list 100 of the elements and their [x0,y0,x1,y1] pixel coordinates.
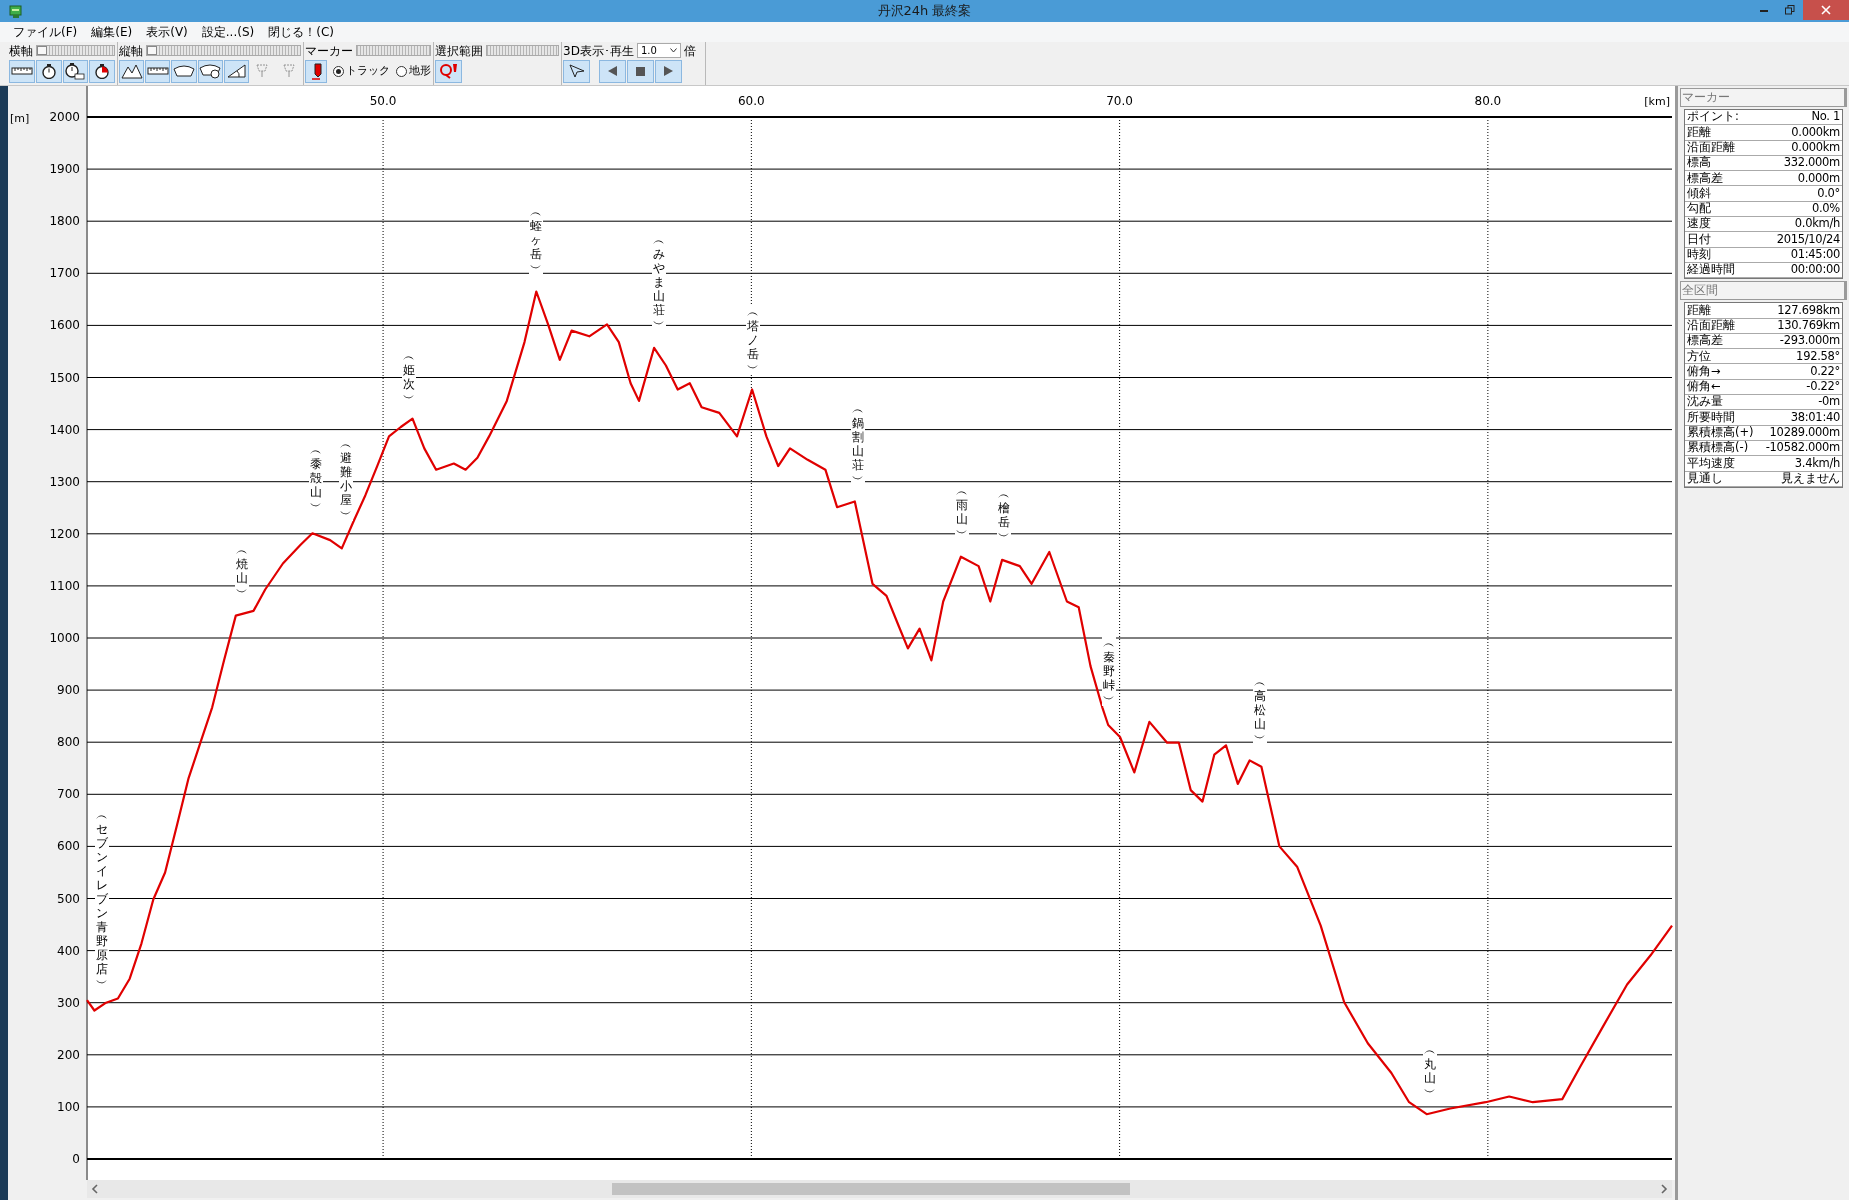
axis-tick-label: 1500 [49,370,80,385]
toolbar-button[interactable] [89,59,115,83]
row-label: 平均速度 [1687,457,1735,470]
axis-tick-label: 300 [57,995,80,1010]
row-value: 130.769km [1777,319,1840,332]
row-value: 10289.000m [1769,427,1840,439]
toolbar-label: 3D表示･再生 [563,44,634,57]
unit-label: 倍 [683,44,696,57]
mountain-icon [120,63,143,79]
row-value: 0.0km/h [1794,218,1840,230]
axis-tick-label: 400 [57,943,80,958]
pin-icon [439,63,458,79]
row-label: 距離 [1687,304,1711,317]
axis-tick-label: 100 [57,1099,80,1114]
row-label: 距離 [1687,126,1711,139]
toolbar-button[interactable] [9,59,35,83]
stopwatch-icon [65,62,86,80]
row-label: 沿面距離 [1687,319,1735,332]
row-label: 沿面距離 [1687,142,1735,154]
axis-tick-label: 1600 [49,318,80,333]
row-value: 38:01:40 [1790,411,1840,424]
slider-track[interactable] [36,45,115,56]
axis-unit-label: [m] [10,112,30,125]
row-value: 0.000km [1791,142,1840,154]
row-value: 0.0% [1811,203,1840,215]
slider-track[interactable] [356,45,431,56]
marker-icon [310,62,322,80]
menu-item[interactable]: 設定...(S) [194,22,262,42]
menu-item[interactable]: 閉じる！(C) [261,22,341,42]
radio-option[interactable]: 地形 [396,62,431,80]
row-label: 時刻 [1687,249,1711,261]
radio-option[interactable]: トラック [333,62,390,80]
toolbar-button[interactable] [35,59,62,83]
axis-tick-label: 900 [57,683,80,698]
row-value: 127.698km [1777,304,1840,317]
menu-item[interactable]: 編集(E) [84,22,140,42]
toolbar-button[interactable] [62,59,89,83]
row-value: 2015/10/24 [1776,233,1840,246]
row-value: -293.000m [1779,335,1840,347]
toolbar-label: 選択範囲 [435,44,483,57]
toolbar-button[interactable] [171,59,197,83]
row-value: 0.0° [1817,187,1840,200]
radio-button[interactable] [396,65,407,77]
slope-icon [226,64,246,78]
radio-button[interactable] [333,65,344,77]
toolbar-button[interactable] [627,59,654,83]
row-value: -10582.000m [1765,442,1840,454]
stopwatch-icon [41,62,56,80]
axis-tick-label: 1700 [49,266,80,281]
toolbar-button[interactable] [305,59,327,83]
axis-tick-label: 1100 [49,578,80,593]
scroll-right-icon[interactable] [1660,1184,1668,1194]
row-label: 標高 [1687,157,1711,169]
axis-tick-label: 800 [57,735,80,750]
row-value: 0.000km [1791,126,1840,139]
axis-tick-label: 0 [72,1152,80,1166]
row-value: 192.58° [1796,350,1840,363]
horizontal-scrollbar[interactable] [87,1180,1672,1198]
zoom-select[interactable]: 1.0 [636,43,681,58]
slider-thumb[interactable] [37,46,47,55]
row-value: No. 1 [1811,111,1840,123]
slider-track[interactable] [486,45,559,56]
toolbar-label: 横軸 [9,44,33,57]
menu-item[interactable]: ファイル(F) [6,22,85,42]
toolbar-button[interactable] [563,59,590,83]
minimize-icon [1760,8,1768,12]
row-value: 3.4km/h [1794,457,1840,470]
place-label: ︵塔ノ岳︶ [746,304,761,375]
scroll-left-icon[interactable] [91,1184,99,1194]
stop-icon [635,65,646,77]
row-value: 332.000m [1783,157,1840,169]
toolbar-button[interactable] [197,59,223,83]
axis-tick-label: 1300 [49,474,80,489]
row-label: 経過時間 [1687,264,1735,276]
row-value: 01:45:00 [1790,249,1840,261]
window-title: 丹沢24h 最終案 [877,2,972,21]
plane-icon [568,64,585,78]
slider-thumb[interactable] [147,46,157,55]
row-label: ポイント: [1687,111,1739,123]
row-label: 傾斜 [1687,187,1711,200]
toolbar-button[interactable] [119,59,145,83]
toolbar-button[interactable] [145,59,171,83]
pie-clock-icon [95,62,110,80]
toolbar-button[interactable] [599,59,626,83]
ruler-icon [146,67,169,75]
menu-item[interactable]: 表示(V) [139,22,195,42]
row-label: 日付 [1687,233,1711,246]
toolbar-button[interactable] [223,59,249,83]
axis-tick-label: 1900 [49,162,80,177]
row-value: 00:00:00 [1790,264,1840,276]
scrollbar-thumb[interactable] [612,1183,1130,1195]
pin-icon [256,64,269,78]
axis-tick-label: 1200 [49,526,80,541]
slider-track[interactable] [146,45,301,56]
row-value: 0.22° [1810,365,1840,378]
toolbar-button[interactable] [655,59,682,83]
toolbar-label: マーカー [305,44,353,57]
close-button[interactable] [1803,0,1849,20]
axis-tick-label: 500 [57,891,80,906]
axis-tick-label: 600 [57,839,80,854]
